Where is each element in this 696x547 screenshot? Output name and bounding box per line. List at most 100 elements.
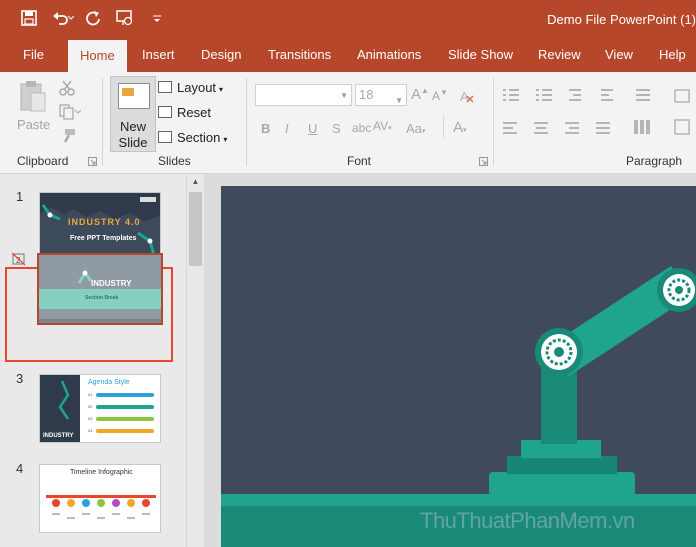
present-icon[interactable] — [116, 10, 134, 28]
section-label: Section — [177, 130, 221, 145]
chevron-down-icon: ▼ — [340, 91, 348, 100]
font-size-input[interactable]: 18 ▼ — [355, 84, 407, 106]
slide-number: 3 — [16, 371, 24, 386]
paste-icon — [20, 81, 46, 112]
tab-slide-show[interactable]: Slide Show — [448, 38, 513, 72]
new-slide-icon — [118, 83, 150, 109]
layout-label: Layout — [177, 80, 217, 95]
paste-button[interactable]: Paste — [17, 80, 50, 132]
group-separator — [493, 78, 494, 166]
customize-icon[interactable] — [148, 10, 166, 28]
quick-access-toolbar — [20, 10, 166, 28]
slide-number: 4 — [16, 461, 24, 476]
chevron-down-icon: ▾ — [219, 85, 224, 94]
tab-view[interactable]: View — [605, 38, 633, 72]
paste-label: Paste — [17, 117, 51, 132]
font-group-label: Font — [347, 154, 372, 168]
slide-1-art — [40, 193, 160, 256]
thumbnail-scrollbar[interactable]: ▲ — [186, 174, 204, 547]
tab-transitions[interactable]: Transitions — [268, 38, 331, 72]
new-slide-label-line2: Slide — [118, 135, 148, 150]
tab-review[interactable]: Review — [538, 38, 581, 72]
robot-arm-illustration — [221, 266, 696, 547]
reset-button[interactable]: Reset — [158, 103, 211, 123]
slide-2-title: Section Break — [85, 295, 119, 301]
scroll-thumb[interactable] — [189, 192, 202, 266]
dialog-launcher-icon[interactable] — [479, 157, 488, 166]
hidden-slide-icon: 2 — [12, 252, 26, 266]
slide-4-title: Timeline Infographic — [70, 469, 133, 476]
slide-thumbnail-2[interactable]: INDUSTRY Section Break — [37, 253, 163, 325]
tab-file[interactable]: File — [23, 38, 44, 72]
paragraph-group-label: Paragraph — [626, 154, 683, 168]
chevron-down-icon: ▾ — [421, 128, 426, 135]
save-icon[interactable] — [20, 10, 38, 28]
font-color-button[interactable]: A▾ — [453, 119, 467, 136]
layout-button[interactable]: Layout ▾ — [158, 78, 223, 98]
chevron-down-icon: ▾ — [388, 125, 392, 132]
chevron-down-icon: ▼ — [395, 96, 403, 105]
slide-1-title: Free PPT Templates — [70, 235, 137, 242]
section-icon — [158, 131, 172, 143]
chevron-down-icon: ▾ — [223, 135, 228, 144]
svg-text:02: 02 — [88, 404, 93, 409]
group-separator — [246, 78, 247, 166]
strikethrough-button[interactable]: S — [332, 121, 341, 136]
shrink-font-button[interactable]: A▼ — [432, 88, 448, 103]
font-name-input[interactable]: ▼ — [255, 84, 352, 106]
font-size-value: 18 — [359, 87, 374, 102]
clear-formatting-icon[interactable]: A — [459, 88, 475, 104]
underline-button[interactable]: U — [308, 121, 317, 136]
shadow-button[interactable]: abc — [352, 121, 371, 135]
new-slide-label-line1: New — [119, 119, 146, 134]
layout-icon — [158, 81, 172, 93]
dialog-launcher-icon[interactable] — [88, 157, 97, 166]
slide-3-heading: INDUSTRY — [43, 433, 74, 439]
paragraph-controls-icon[interactable] — [503, 86, 693, 150]
slide-number: 1 — [16, 189, 24, 204]
section-button[interactable]: Section ▾ — [158, 128, 227, 148]
slide-1-heading: INDUSTRY 4.0 — [68, 217, 141, 227]
shadow-icon: abc — [352, 121, 372, 135]
title-bar: Demo File PowerPoint (1) — [0, 0, 696, 38]
slide-thumbnail-1[interactable]: INDUSTRY 4.0 Free PPT Templates — [39, 192, 161, 261]
group-separator — [102, 78, 103, 166]
svg-text:04: 04 — [88, 428, 93, 433]
clipboard-group-label: Clipboard — [17, 154, 69, 168]
italic-button[interactable]: I — [285, 121, 289, 136]
svg-text:01: 01 — [88, 392, 93, 397]
slides-group-label: Slides — [158, 154, 191, 168]
reset-icon — [158, 106, 172, 118]
svg-text:03: 03 — [88, 416, 93, 421]
font-color-label: A — [453, 119, 464, 136]
group-separator — [443, 116, 444, 138]
grow-font-button[interactable]: A▲ — [411, 86, 429, 103]
tab-animations[interactable]: Animations — [357, 38, 421, 72]
chevron-down-icon: ▾ — [463, 127, 467, 134]
tab-home[interactable]: Home — [68, 40, 127, 72]
reset-label: Reset — [177, 105, 211, 120]
character-spacing-button[interactable]: AV▾ — [373, 119, 392, 133]
slide-thumbnail-4[interactable]: Timeline Infographic — [39, 464, 161, 533]
tab-design[interactable]: Design — [201, 38, 241, 72]
redo-icon[interactable] — [84, 10, 102, 28]
tab-insert[interactable]: Insert — [142, 38, 175, 72]
scroll-up-icon[interactable]: ▲ — [187, 174, 204, 190]
copy-icon[interactable] — [59, 104, 81, 120]
slide-2-heading: INDUSTRY — [91, 279, 132, 288]
watermark: ThuThuatPhanMem.vn — [420, 508, 635, 533]
change-case-label: Aa — [406, 121, 422, 136]
undo-icon[interactable] — [52, 10, 75, 28]
slide-3-title: Agenda Style — [88, 379, 130, 386]
change-case-button[interactable]: Aa▾ — [406, 121, 425, 136]
slide-thumbnail-3[interactable]: 01 02 03 04 Agenda Style INDUSTRY — [39, 374, 161, 443]
slide-2-art — [39, 270, 161, 323]
ribbon-tabs: File Home Insert Design Transitions Anim… — [0, 38, 696, 72]
tab-help[interactable]: Help — [659, 38, 686, 72]
ribbon: Paste Clipboard New Slide Layout ▾ Reset … — [0, 72, 696, 174]
cut-icon[interactable] — [59, 80, 75, 96]
format-painter-icon[interactable] — [59, 128, 77, 144]
slide-canvas[interactable] — [221, 186, 696, 547]
new-slide-button[interactable]: New Slide — [110, 76, 156, 152]
bold-button[interactable]: B — [261, 121, 270, 136]
